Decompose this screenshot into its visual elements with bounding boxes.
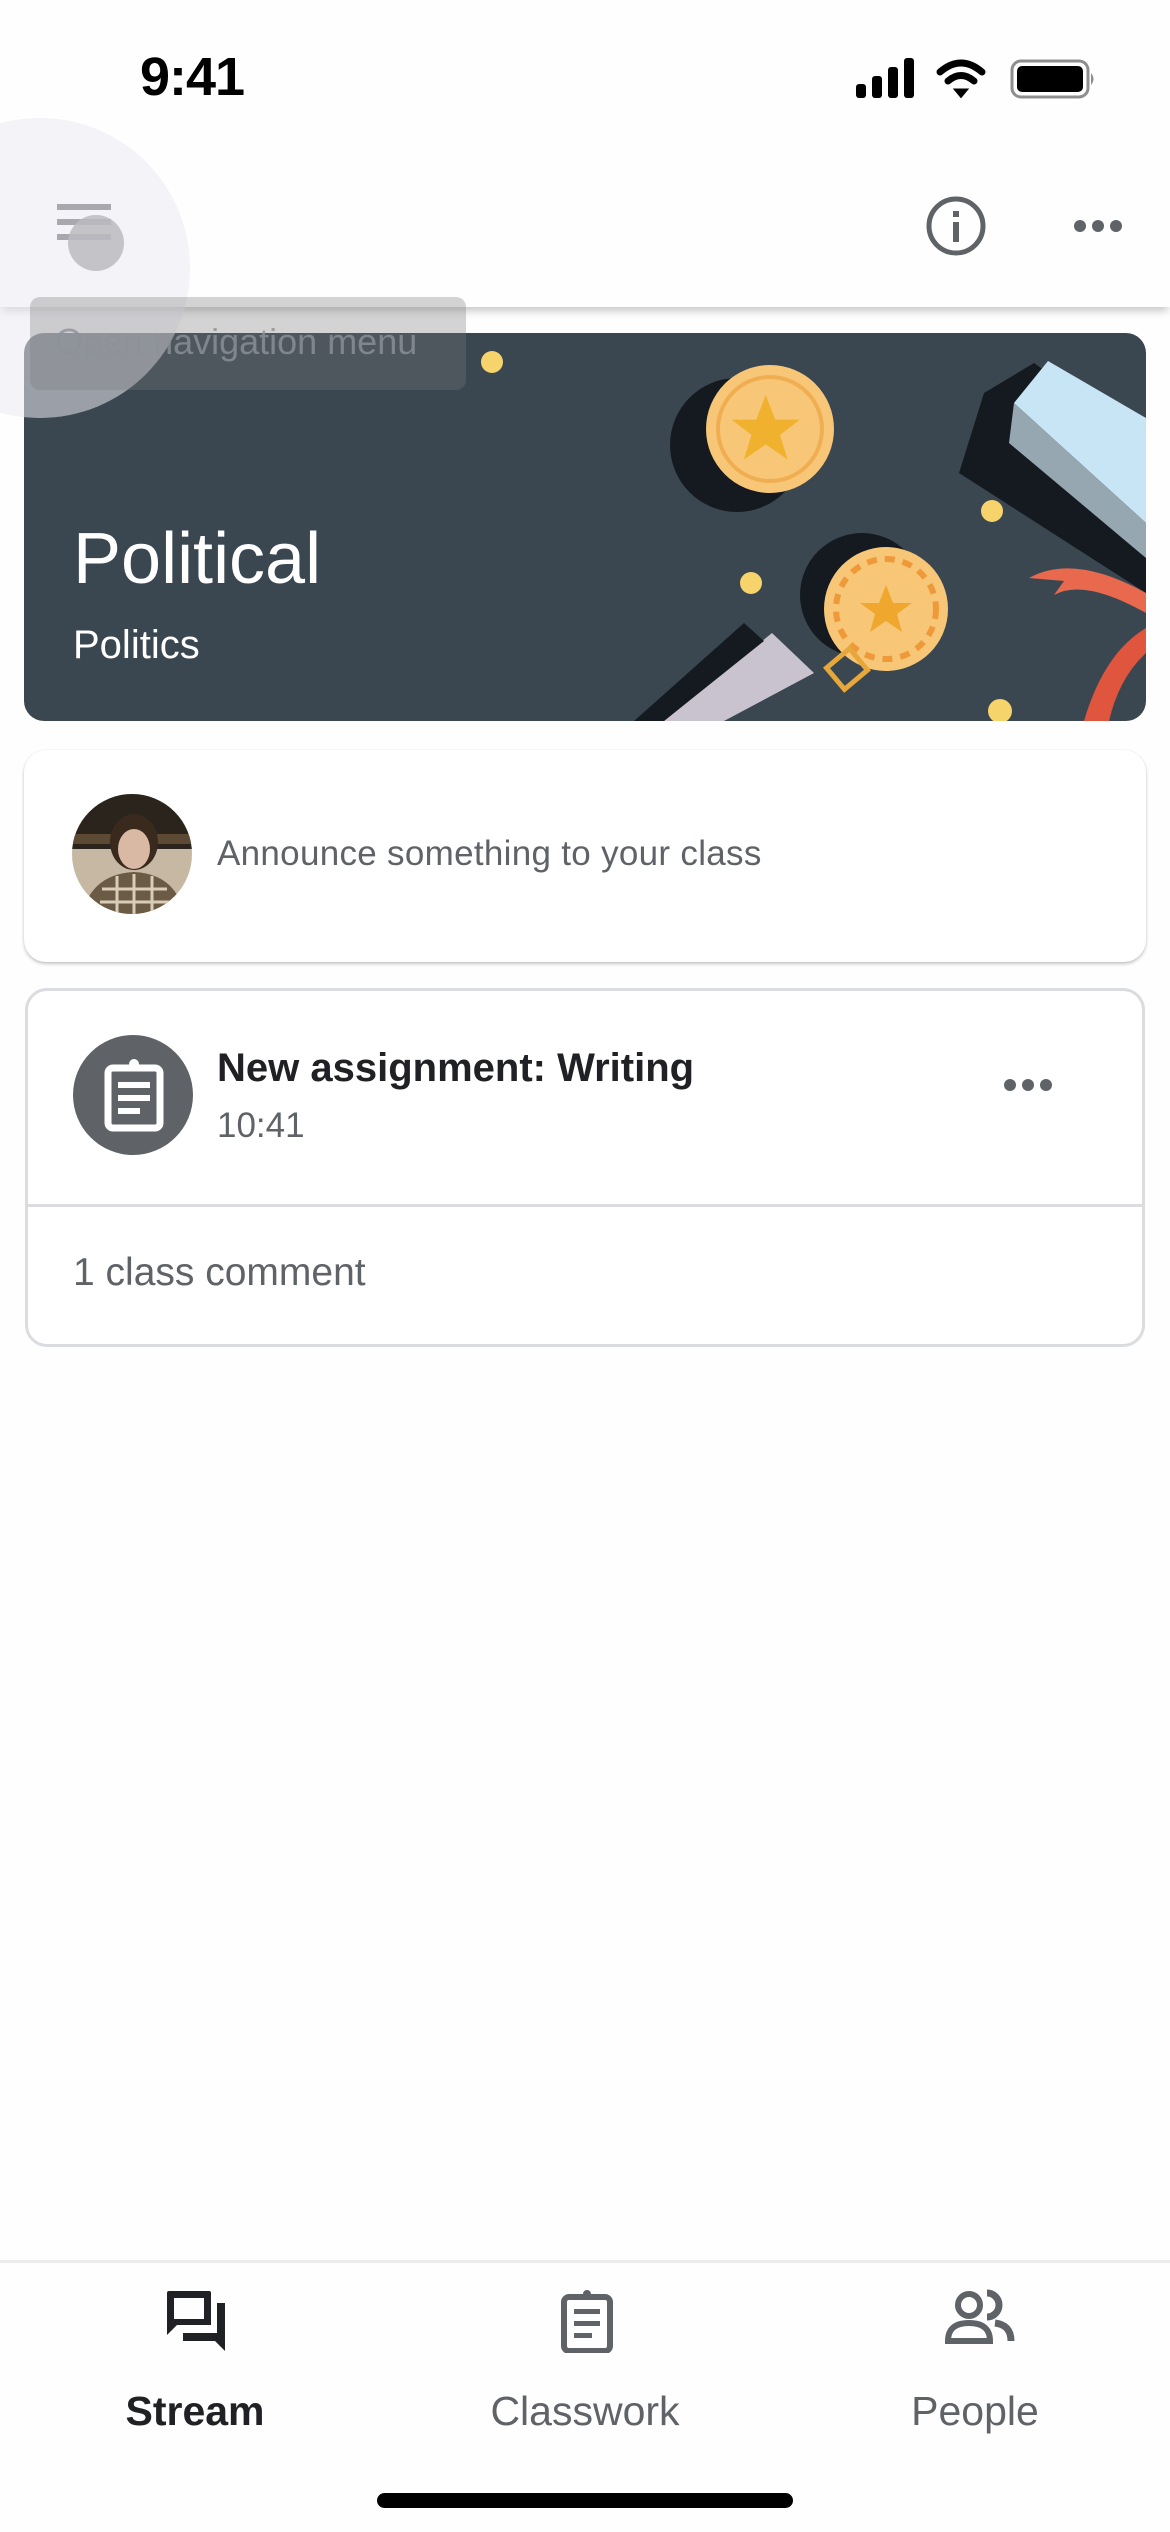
tab-people[interactable]: People [825,2283,1125,2434]
tooltip-text: Open navigation menu [55,321,418,362]
decor-dot [981,500,1003,522]
assignment-icon [104,1059,164,1132]
people-icon [945,2289,1015,2344]
more-options-button[interactable] [1066,202,1130,250]
class-section: Politics [73,623,200,667]
touch-indicator [68,215,124,271]
tab-classwork[interactable]: Classwork [435,2283,735,2434]
battery-icon [1010,59,1094,99]
open-navigation-menu-button[interactable] [40,190,130,271]
status-bar: 9:41 [0,0,1170,150]
bottom-navigation: Stream Classwork People [0,2260,1170,2532]
tab-people-label: People [911,2388,1039,2434]
tooltip: Open navigation menu [30,297,466,390]
cellular-signal-icon [856,58,914,98]
decor-dot [481,351,503,373]
medal-icon [670,365,834,512]
status-time: 9:41 [140,47,245,107]
assignment-icon-circle [73,1035,193,1155]
announce-placeholder: Announce something to your class [217,834,762,873]
more-horizontal-icon [1004,1079,1052,1091]
stream-icon [167,2291,225,2351]
announce-input[interactable]: Announce something to your class [24,750,1146,962]
stream-post-card[interactable]: New assignment: Writing 10:41 1 class co… [25,988,1145,1347]
info-icon [926,196,986,256]
decor-dot [988,699,1012,721]
post-title[interactable]: New assignment: Writing [217,1046,694,1091]
class-banner[interactable]: Political Politics [24,333,1146,721]
home-indicator[interactable] [377,2493,793,2508]
medal-with-ribbon-icon [634,533,948,721]
tab-stream-label: Stream [125,2388,265,2434]
tab-stream[interactable]: Stream [45,2283,345,2434]
hamburger-menu-icon [57,204,111,210]
post-time: 10:41 [217,1106,305,1145]
ribbon-icon [1084,628,1146,721]
post-more-options-button[interactable] [996,1063,1060,1107]
avatar-image [72,794,192,914]
user-avatar [72,794,192,914]
classwork-icon [561,2290,613,2353]
more-horizontal-icon [1074,220,1122,232]
class-title: Political [73,519,322,599]
tab-classwork-label: Classwork [490,2388,680,2434]
wifi-icon [936,59,986,99]
class-info-button[interactable] [920,190,992,262]
decor-dot [740,572,762,594]
app-bar [0,150,1170,307]
class-comments-link[interactable]: 1 class comment [73,1251,366,1295]
flag-pole-icon [959,361,1146,593]
divider [28,1204,1142,1207]
status-icons [856,58,1094,99]
